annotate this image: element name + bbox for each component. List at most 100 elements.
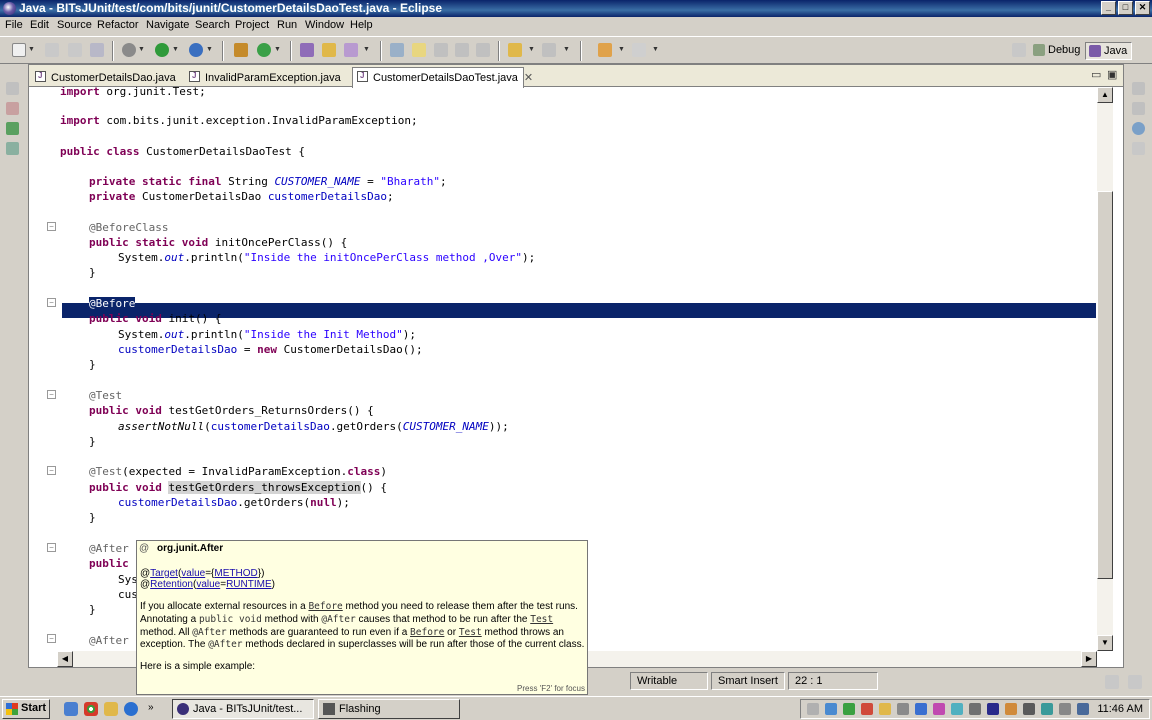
toggle-mark-occurrences-icon[interactable]: [390, 43, 404, 57]
hierarchy-icon[interactable]: [6, 122, 19, 135]
popup-link[interactable]: Test: [459, 627, 482, 638]
scroll-left-button[interactable]: ◀: [57, 651, 73, 667]
popup-link[interactable]: RUNTIME: [226, 579, 272, 590]
tray-app-icon[interactable]: [1005, 703, 1017, 715]
restore-icon[interactable]: [6, 82, 19, 95]
menu-window[interactable]: Window: [305, 19, 344, 31]
show-desktop-icon[interactable]: [64, 702, 78, 716]
tray-app-icon[interactable]: [861, 703, 873, 715]
previous-annotation-icon[interactable]: [542, 43, 556, 57]
tray-app-icon[interactable]: [951, 703, 963, 715]
menu-edit[interactable]: Edit: [30, 19, 49, 31]
maximize-editor-icon[interactable]: ▣: [1107, 68, 1117, 81]
tray-app-icon[interactable]: [987, 703, 999, 715]
close-tab-icon[interactable]: ✕: [524, 72, 533, 84]
menu-run[interactable]: Run: [277, 19, 297, 31]
new-java-project-icon[interactable]: [234, 43, 248, 57]
show-source-icon[interactable]: [434, 43, 448, 57]
maximize-button[interactable]: □: [1118, 1, 1133, 15]
save-icon[interactable]: [45, 43, 59, 57]
debug-dropdown-icon[interactable]: ▼: [138, 46, 145, 53]
tray-app-icon[interactable]: [1023, 703, 1035, 715]
forward-icon[interactable]: [632, 43, 646, 57]
back-dropdown-icon[interactable]: ▼: [618, 46, 625, 53]
taskbar-item-eclipse[interactable]: Java - BITsJUnit/test...: [172, 699, 314, 719]
taskbar-item-flashing[interactable]: Flashing: [318, 699, 460, 719]
tab-customer-details-dao-test[interactable]: CustomerDetailsDaoTest.java ✕: [352, 67, 533, 88]
popup-link[interactable]: value: [196, 579, 220, 590]
new-class-icon[interactable]: [257, 43, 271, 57]
popup-link[interactable]: Target: [150, 568, 178, 579]
popup-link[interactable]: METHOD: [214, 568, 257, 579]
menu-file[interactable]: File: [5, 19, 23, 31]
fold-collapse-icon[interactable]: −: [47, 543, 56, 552]
console-icon[interactable]: [1132, 142, 1145, 155]
new-icon[interactable]: [12, 43, 26, 57]
restore-icon[interactable]: [1132, 82, 1145, 95]
new-class-dropdown-icon[interactable]: ▼: [274, 46, 281, 53]
junit-view-icon[interactable]: [6, 142, 19, 155]
tray-app-icon[interactable]: [825, 703, 837, 715]
menu-refactor[interactable]: Refactor: [97, 19, 139, 31]
folder-icon[interactable]: [104, 702, 118, 716]
minimize-button[interactable]: _: [1101, 1, 1116, 15]
run-dropdown-icon[interactable]: ▼: [172, 46, 179, 53]
forward-dropdown-icon[interactable]: ▼: [652, 46, 659, 53]
popup-link[interactable]: value: [181, 568, 205, 579]
open-type-icon[interactable]: [300, 43, 314, 57]
tray-app-icon[interactable]: [843, 703, 855, 715]
search-dropdown-icon[interactable]: ▼: [363, 46, 370, 53]
external-tools-dropdown-icon[interactable]: ▼: [206, 46, 213, 53]
tray-app-icon[interactable]: [969, 703, 981, 715]
chrome-icon[interactable]: [84, 702, 98, 716]
search-icon[interactable]: [344, 43, 358, 57]
debug-perspective-button[interactable]: Debug: [1030, 42, 1084, 60]
popup-link[interactable]: Test: [530, 614, 553, 625]
package-explorer-icon[interactable]: [6, 102, 19, 115]
vertical-scrollbar[interactable]: ▲ ▼: [1097, 87, 1113, 651]
tray-app-icon[interactable]: [915, 703, 927, 715]
fold-collapse-icon[interactable]: −: [47, 222, 56, 231]
new-dropdown-icon[interactable]: ▼: [28, 46, 35, 53]
back-icon[interactable]: [598, 43, 612, 57]
java-perspective-button[interactable]: Java: [1085, 42, 1133, 60]
next-annotation-dropdown-icon[interactable]: ▼: [528, 46, 535, 53]
debug-icon[interactable]: [122, 43, 136, 57]
open-folder-icon[interactable]: [322, 43, 336, 57]
tab-customer-details-dao[interactable]: CustomerDetailsDao.java: [35, 68, 185, 87]
popup-link[interactable]: Before: [308, 601, 342, 612]
scrollbar-thumb[interactable]: [1097, 191, 1113, 579]
minimize-editor-icon[interactable]: ▭: [1091, 68, 1101, 81]
open-perspective-icon[interactable]: [1012, 43, 1026, 57]
whitespace-icon[interactable]: [476, 43, 490, 57]
next-annotation-icon[interactable]: [508, 43, 522, 57]
volume-icon[interactable]: [1059, 703, 1071, 715]
problems-icon[interactable]: [1132, 122, 1145, 135]
fold-collapse-icon[interactable]: −: [47, 634, 56, 643]
run-icon[interactable]: [155, 43, 169, 57]
scroll-right-button[interactable]: ▶: [1081, 651, 1097, 667]
tray-app-icon[interactable]: [933, 703, 945, 715]
tray-app-icon[interactable]: [1041, 703, 1053, 715]
tray-app-icon[interactable]: [807, 703, 819, 715]
restore-icon[interactable]: [1105, 675, 1119, 689]
menu-help[interactable]: Help: [350, 19, 373, 31]
popup-link[interactable]: Before: [410, 627, 444, 638]
popup-link[interactable]: Retention: [150, 579, 193, 590]
maximize-icon[interactable]: [1128, 675, 1142, 689]
quick-launch-expand-icon[interactable]: »: [148, 702, 162, 716]
fold-collapse-icon[interactable]: −: [47, 298, 56, 307]
scroll-down-button[interactable]: ▼: [1097, 635, 1113, 651]
external-tools-icon[interactable]: [189, 43, 203, 57]
tab-invalid-param-exception[interactable]: InvalidParamException.java: [189, 68, 349, 87]
scroll-up-button[interactable]: ▲: [1097, 87, 1113, 103]
fold-collapse-icon[interactable]: −: [47, 466, 56, 475]
highlight-icon[interactable]: [412, 43, 426, 57]
title-bar[interactable]: Java - BITsJUnit/test/com/bits/junit/Cus…: [0, 0, 1152, 17]
internet-explorer-icon[interactable]: [124, 702, 138, 716]
save-all-icon[interactable]: [68, 43, 82, 57]
menu-source[interactable]: Source: [57, 19, 92, 31]
outline-icon[interactable]: [1132, 102, 1145, 115]
menu-search[interactable]: Search: [195, 19, 230, 31]
block-selection-icon[interactable]: [455, 43, 469, 57]
